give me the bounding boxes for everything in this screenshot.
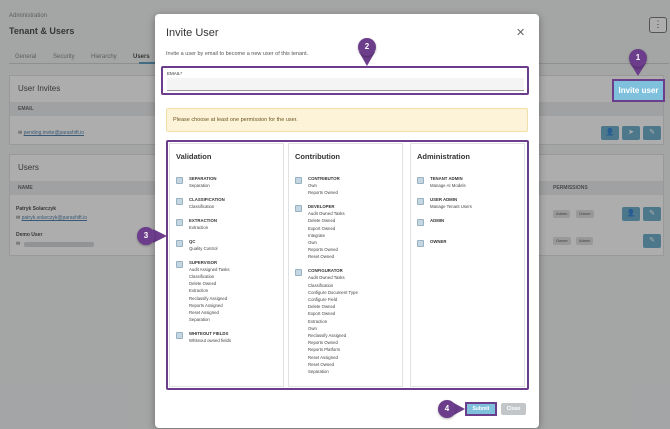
permission-scope: Reports Owned xyxy=(308,190,338,196)
permissions-section: Validation SEPARATION Separation CLASSIFIC… xyxy=(166,140,529,390)
permission-scope: Reclassify Assigned xyxy=(308,332,347,338)
permission-checkbox[interactable] xyxy=(295,177,302,184)
permission-scope: Export Owned xyxy=(308,225,336,231)
permission-name: SEPARATION xyxy=(189,176,217,181)
permission-scope: Whiteout owned fields xyxy=(189,338,232,344)
permission-scope: Separation xyxy=(189,183,210,189)
permission-scope: Classification xyxy=(189,273,215,279)
modal-title: Invite User xyxy=(166,27,219,39)
invite-user-button[interactable]: Invite user xyxy=(612,79,665,102)
modal-subtitle: Invite a user by email to become a new u… xyxy=(166,51,309,57)
permission-column-administration: Administration TENANT ADMIN Manage AI Mod… xyxy=(410,143,525,387)
permission-scope: Reset Assigned xyxy=(308,354,338,360)
close-button[interactable]: Close xyxy=(501,403,526,415)
permission-name: CLASSIFICATION xyxy=(189,196,225,202)
permission-scope: Extraction xyxy=(189,224,209,230)
column-title: Validation xyxy=(176,152,212,161)
column-title: Administration xyxy=(417,152,470,161)
email-label: EMAIL* xyxy=(167,71,183,76)
permission-checkbox[interactable] xyxy=(176,239,183,247)
callout-badge-2: 2 xyxy=(358,38,376,56)
callout-badge-4: 4 xyxy=(438,400,456,418)
permission-scope: Manage Tenant Users xyxy=(430,204,472,210)
permission-scope: Audit Assigned Tasks xyxy=(189,266,230,272)
invite-user-modal: Invite User ✕ Invite a user by email to … xyxy=(155,14,539,428)
permission-scope: Audit Owned Tasks xyxy=(308,211,345,217)
permission-checkbox[interactable] xyxy=(176,331,183,339)
permission-scope: Integrate xyxy=(308,232,325,238)
email-input[interactable] xyxy=(167,78,524,91)
permission-scope: Delete Owned xyxy=(308,304,336,310)
permission-scope: Reports Assigned xyxy=(189,302,223,308)
column-title: Contribution xyxy=(295,152,340,161)
permission-scope: Reports Owned xyxy=(308,247,338,253)
permission-name: DEVELOPER xyxy=(308,204,335,210)
permission-scope: Classification xyxy=(189,204,215,210)
permission-scope: Extraction xyxy=(308,318,328,324)
permission-column-validation: Validation SEPARATION Separation CLASSIFIC… xyxy=(169,143,284,387)
permission-scope: Separation xyxy=(308,368,329,374)
permission-scope: Separation xyxy=(189,317,210,323)
permission-scope: Audit Owned Tasks xyxy=(308,275,345,281)
permission-scope: Reclassify Assigned xyxy=(189,295,228,301)
permission-column-contribution: Contribution CONTRIBUTOR Own Reports Owned… xyxy=(288,143,403,387)
permission-scope: Reset Owned xyxy=(308,361,335,367)
permission-scope: Extraction xyxy=(189,288,209,294)
permission-scope: Quality Control xyxy=(189,245,218,251)
permission-scope: Own xyxy=(308,325,317,331)
permission-scope: Export Owned xyxy=(308,311,336,317)
permission-checkbox[interactable] xyxy=(176,260,183,268)
permission-scope: Delete Owned xyxy=(308,218,336,224)
permission-scope: Reset Assigned xyxy=(189,309,219,315)
permission-checkbox[interactable] xyxy=(295,269,302,277)
permission-scope: Own xyxy=(308,183,317,189)
permission-scope: Reset Owned xyxy=(308,254,335,260)
permission-scope: Reports Owned xyxy=(308,340,338,346)
warning-text: Please choose at least one permission fo… xyxy=(173,117,298,123)
permission-name: USER ADMIN xyxy=(430,196,458,202)
permission-name: WHITEOUT FIELDS xyxy=(189,330,229,336)
permission-name: SUPERVISOR xyxy=(189,259,218,265)
permission-checkbox[interactable] xyxy=(417,177,424,184)
permission-checkbox[interactable] xyxy=(176,177,183,184)
permission-scope: Configure Field xyxy=(308,296,338,302)
permission-checkbox[interactable] xyxy=(295,205,302,213)
permission-name: CONFIGURATOR xyxy=(308,268,343,274)
permission-scope: Manage AI Models xyxy=(430,183,466,189)
callout-badge-3: 3 xyxy=(137,227,155,245)
permission-name: TENANT ADMIN xyxy=(430,176,463,181)
permission-warning: Please choose at least one permission fo… xyxy=(166,108,528,132)
permission-checkbox[interactable] xyxy=(176,197,183,205)
permission-checkbox[interactable] xyxy=(417,218,424,226)
callout-badge-1: 1 xyxy=(629,49,647,67)
permission-scope: Classification xyxy=(308,282,334,288)
permission-scope: Reports Platform xyxy=(308,347,341,353)
permission-name: QC xyxy=(189,238,196,244)
permission-name: OWNER xyxy=(430,238,447,244)
permission-scope: Own xyxy=(308,240,317,246)
permission-scope: Configure Document Type xyxy=(308,289,358,295)
email-field-wrapper: EMAIL* xyxy=(161,66,529,95)
permission-scope: Delete Owned xyxy=(189,281,217,287)
permission-checkbox[interactable] xyxy=(417,197,424,205)
permission-name: EXTRACTION xyxy=(189,217,217,223)
permission-name: CONTRIBUTOR xyxy=(308,176,340,181)
submit-button[interactable]: Submit xyxy=(465,402,497,416)
permission-checkbox[interactable] xyxy=(417,239,424,247)
permission-name: ADMIN xyxy=(430,217,445,223)
permission-checkbox[interactable] xyxy=(176,218,183,226)
close-icon[interactable]: ✕ xyxy=(516,26,525,39)
